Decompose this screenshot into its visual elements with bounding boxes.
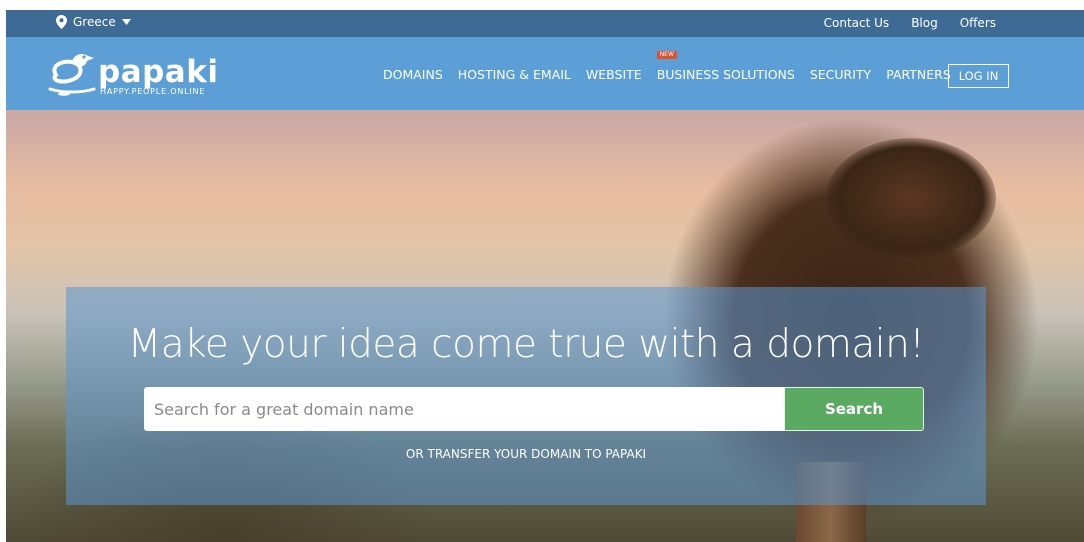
- nav-item-website[interactable]: WEBSITE: [586, 67, 642, 82]
- nav-menu: DOMAINS HOSTING & EMAIL WEBSITE NEW BUSI…: [383, 51, 966, 82]
- nav-item-business-solutions[interactable]: NEW BUSINESS SOLUTIONS: [656, 51, 795, 82]
- offers-link[interactable]: Offers: [960, 16, 996, 30]
- caret-down-icon: [121, 19, 131, 25]
- nav-item-partners[interactable]: PARTNERS: [886, 67, 951, 82]
- hero-photo-detail: [826, 138, 996, 258]
- top-utility-bar: Greece Contact Us Blog Offers: [6, 10, 1084, 37]
- search-button[interactable]: Search: [784, 387, 924, 431]
- nav-item-domains[interactable]: DOMAINS: [383, 67, 443, 82]
- top-links: Contact Us Blog Offers: [824, 16, 996, 30]
- bird-logo-icon: [48, 54, 96, 96]
- domain-search-input[interactable]: [144, 387, 784, 431]
- map-pin-icon: [56, 15, 67, 29]
- brand-name: papaki: [98, 54, 219, 90]
- hero-headline: Make your idea come true with a domain!: [127, 322, 925, 367]
- hero-section: Make your idea come true with a domain! …: [6, 110, 1084, 542]
- domain-search-form: Search: [144, 387, 924, 431]
- main-nav: papaki HAPPY.PEOPLE.ONLINE DOMAINS HOSTI…: [6, 37, 1084, 110]
- papaki-logo[interactable]: papaki HAPPY.PEOPLE.ONLINE: [42, 48, 227, 103]
- transfer-domain-link[interactable]: OR TRANSFER YOUR DOMAIN TO PAPAKI: [66, 447, 986, 461]
- contact-us-link[interactable]: Contact Us: [824, 16, 890, 30]
- location-selector[interactable]: Greece: [56, 15, 131, 29]
- nav-item-hosting-email[interactable]: HOSTING & EMAIL: [458, 67, 571, 82]
- search-panel: Make your idea come true with a domain! …: [66, 287, 986, 505]
- blog-link[interactable]: Blog: [911, 16, 938, 30]
- nav-item-business-solutions-label: BUSINESS SOLUTIONS: [656, 67, 795, 82]
- new-badge: NEW: [656, 51, 677, 59]
- login-button[interactable]: LOG IN: [948, 64, 1009, 88]
- location-label: Greece: [73, 15, 116, 29]
- nav-item-security[interactable]: SECURITY: [810, 67, 871, 82]
- page-frame: Greece Contact Us Blog Offers papaki HAP…: [6, 10, 1084, 542]
- brand-tagline: HAPPY.PEOPLE.ONLINE: [100, 87, 206, 96]
